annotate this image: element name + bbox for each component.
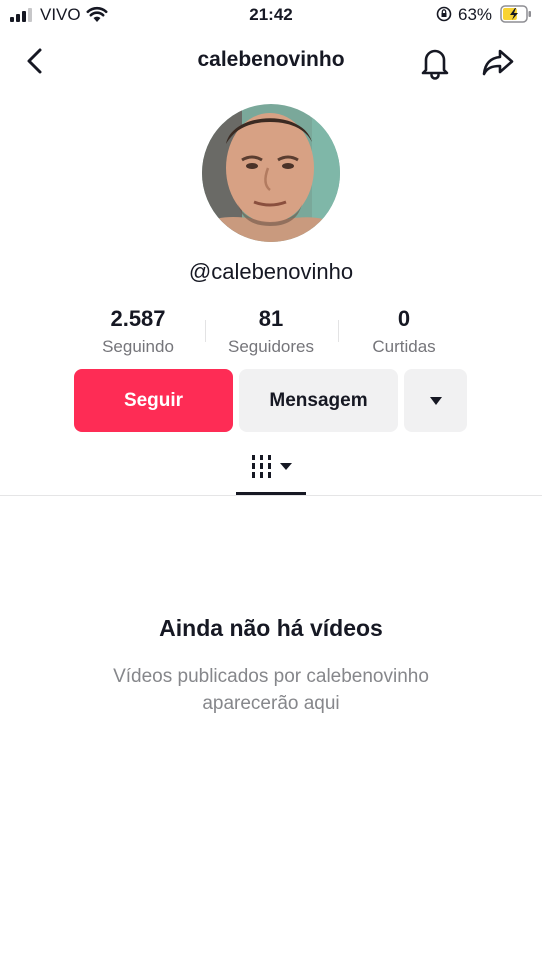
stat-divider bbox=[338, 320, 339, 342]
suggested-accounts-button[interactable] bbox=[404, 369, 467, 432]
battery-icon bbox=[500, 5, 531, 23]
battery-percentage: 63% bbox=[458, 5, 493, 24]
status-bar: VIVO 21:42 63% bbox=[0, 0, 542, 32]
stat-likes[interactable]: 0 Curtidas bbox=[344, 305, 464, 358]
follow-button-label: Seguir bbox=[123, 389, 184, 411]
follow-button[interactable]: Seguir bbox=[74, 369, 233, 432]
videos-grid-icon bbox=[252, 455, 292, 478]
profile-handle: @calebenovinho bbox=[188, 259, 354, 284]
likes-label: Curtidas bbox=[372, 337, 436, 356]
stat-divider bbox=[205, 320, 206, 342]
likes-count: 0 bbox=[397, 306, 411, 331]
orientation-lock-icon bbox=[436, 6, 452, 22]
share-arrow-icon[interactable] bbox=[480, 44, 516, 80]
stat-following[interactable]: 2.587 Seguindo bbox=[78, 305, 198, 358]
message-button-label: Mensagem bbox=[269, 389, 368, 411]
message-button[interactable]: Mensagem bbox=[239, 369, 398, 432]
empty-state-description: Vídeos publicados por calebenovinho apar… bbox=[113, 666, 429, 714]
followers-count: 81 bbox=[258, 306, 284, 331]
caret-down-icon bbox=[429, 396, 442, 405]
following-count: 2.587 bbox=[110, 306, 166, 331]
followers-label: Seguidores bbox=[227, 337, 314, 356]
empty-state-title: Ainda não há vídeos bbox=[159, 615, 383, 641]
tab-divider bbox=[0, 495, 542, 496]
profile-photo bbox=[202, 104, 340, 242]
stat-followers[interactable]: 81 Seguidores bbox=[211, 305, 331, 358]
bell-icon[interactable] bbox=[418, 44, 452, 80]
following-label: Seguindo bbox=[102, 337, 174, 356]
avatar[interactable] bbox=[202, 104, 340, 242]
tab-videos[interactable] bbox=[236, 449, 306, 489]
page-title: calebenovinho bbox=[197, 48, 345, 71]
